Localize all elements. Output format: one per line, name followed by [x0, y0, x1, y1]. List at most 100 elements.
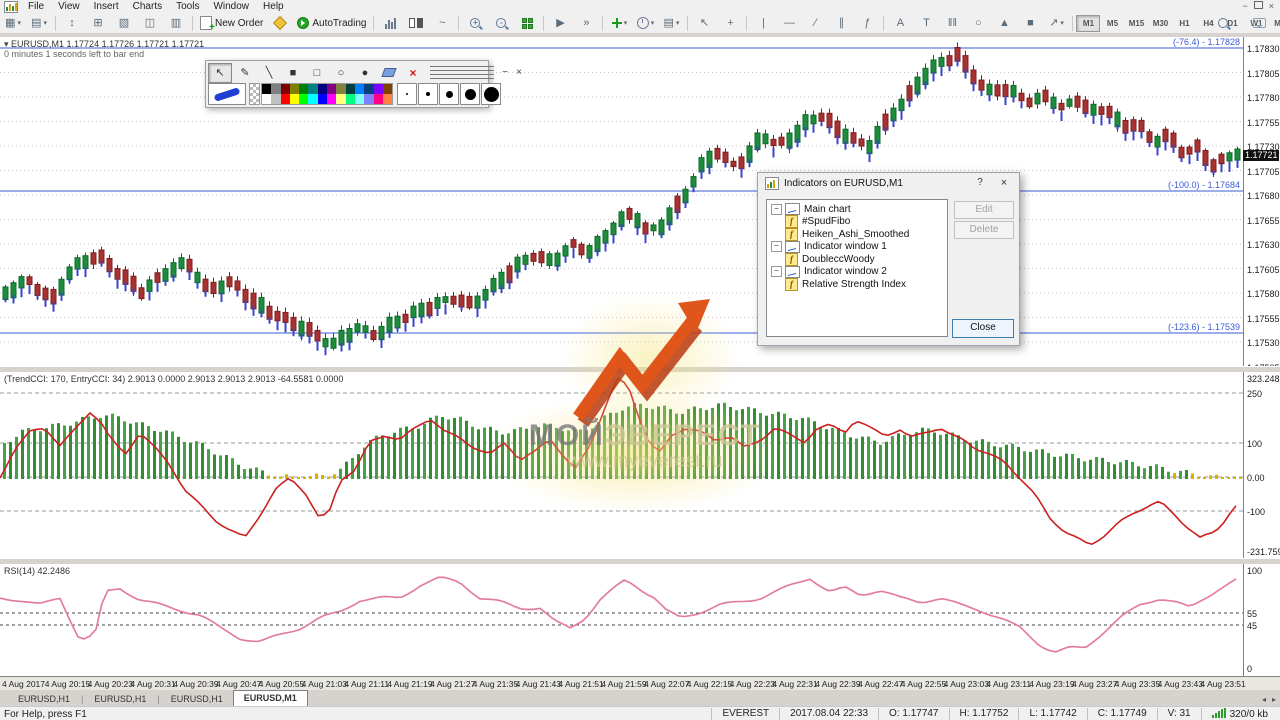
tile-windows-button[interactable]: [515, 14, 539, 32]
rsi-chart[interactable]: [0, 564, 1244, 676]
trendline-button[interactable]: ∕: [803, 14, 827, 32]
data-window-button[interactable]: ⊞: [86, 14, 110, 32]
tree-node-indicator-window-2[interactable]: − Indicator window 2: [771, 265, 947, 279]
tree-node-indicator-window-1[interactable]: − Indicator window 1: [771, 240, 947, 254]
search-icon[interactable]: [1211, 14, 1235, 32]
eraser-tool[interactable]: [378, 64, 400, 82]
color-swatch[interactable]: [317, 84, 328, 94]
menu-item-window[interactable]: Window: [206, 0, 256, 13]
rectangle-tool-button[interactable]: ■: [1018, 14, 1042, 32]
horizontal-line-button[interactable]: —: [777, 14, 801, 32]
color-swatch[interactable]: [280, 84, 290, 94]
brush-size-11[interactable]: [460, 83, 481, 105]
zoom-out-button[interactable]: -: [489, 14, 513, 32]
dialog-close-icon[interactable]: ×: [993, 175, 1015, 191]
channel-button[interactable]: ∥: [829, 14, 853, 32]
zoom-in-button[interactable]: +: [463, 14, 487, 32]
collapse-icon[interactable]: −: [771, 241, 782, 253]
main-chart-pane[interactable]: ▾ EURUSD,M1 1.17724 1.17726 1.17721 1.17…: [0, 37, 1280, 373]
close-button[interactable]: Close: [952, 319, 1014, 338]
select-tool[interactable]: ↖: [208, 62, 232, 83]
color-swatch[interactable]: [262, 84, 272, 94]
paint-close-icon[interactable]: ×: [512, 66, 526, 80]
color-swatch[interactable]: [317, 94, 328, 104]
collapse-icon[interactable]: −: [771, 266, 782, 278]
line-thickness-sample[interactable]: [430, 65, 494, 80]
filled-ellipse-tool[interactable]: ●: [354, 64, 376, 82]
menu-item-view[interactable]: View: [51, 0, 87, 13]
color-swatch[interactable]: [289, 84, 300, 94]
menu-item-charts[interactable]: Charts: [126, 0, 169, 13]
line-style-preview[interactable]: [208, 83, 246, 105]
collapse-icon[interactable]: −: [771, 203, 782, 215]
minimize-icon[interactable]: −: [1242, 1, 1247, 11]
chat-icon[interactable]: [1247, 14, 1271, 32]
edit-button[interactable]: Edit: [954, 201, 1014, 219]
paint-minimize-icon[interactable]: −: [498, 66, 512, 80]
color-swatch[interactable]: [308, 94, 318, 104]
menu-item-help[interactable]: Help: [256, 0, 291, 13]
color-swatch[interactable]: [382, 84, 393, 94]
brush-size-2[interactable]: [397, 83, 418, 105]
color-swatch[interactable]: [327, 84, 337, 94]
brush-size-15[interactable]: [481, 83, 502, 105]
color-swatch[interactable]: [373, 84, 383, 94]
timeframe-m5[interactable]: M5: [1100, 15, 1124, 32]
indicator-window-1[interactable]: (TrendCCI: 170, EntryCCI: 34) 2.9013 0.0…: [0, 372, 1280, 559]
indicator-window-2[interactable]: RSI(14) 42.2486 100 55 45 0: [0, 564, 1280, 677]
color-swatch[interactable]: [308, 84, 318, 94]
tree-node-main-chart[interactable]: − Main chart: [771, 203, 947, 216]
transparent-color-swatch[interactable]: [249, 83, 260, 105]
color-swatch[interactable]: [354, 94, 365, 104]
profiles-button[interactable]: ▤ ▾: [27, 14, 51, 32]
menu-item-file[interactable]: File: [21, 0, 51, 13]
rect-tool[interactable]: □: [306, 64, 328, 82]
color-swatch[interactable]: [336, 94, 346, 104]
close-icon[interactable]: ×: [1269, 1, 1274, 11]
triangle-tool-button[interactable]: ▲: [992, 14, 1016, 32]
line-tool[interactable]: ╲: [258, 64, 280, 82]
color-swatch[interactable]: [271, 84, 281, 94]
new-order-button[interactable]: New Order: [197, 14, 266, 33]
text-label-button[interactable]: T: [914, 14, 938, 32]
delete-button[interactable]: Delete: [954, 221, 1014, 239]
fibonacci-button[interactable]: ƒ: [855, 14, 879, 32]
tab-eurusd-h1[interactable]: EURUSD,H1: [84, 692, 156, 706]
menu-item-insert[interactable]: Insert: [87, 0, 126, 13]
vertical-line-button[interactable]: |: [751, 14, 775, 32]
color-swatch[interactable]: [271, 94, 281, 104]
color-swatch[interactable]: [345, 84, 355, 94]
line-chart-mode-button[interactable]: ~: [430, 14, 454, 32]
crosshair-button[interactable]: +: [718, 14, 742, 32]
arrows-tool-button[interactable]: ↗ ▾: [1044, 14, 1068, 32]
color-swatch[interactable]: [289, 94, 300, 104]
pencil-tool[interactable]: ✎: [234, 64, 256, 82]
bar-chart-mode-button[interactable]: [378, 14, 402, 32]
navigator-button[interactable]: ▧: [112, 14, 136, 32]
text-button[interactable]: A: [888, 14, 912, 32]
tree-indicator-heiken_ashi_smoothed[interactable]: f Heiken_Ashi_Smoothed: [785, 227, 947, 241]
tree-indicator--spudfibo[interactable]: f #SpudFibo: [785, 215, 947, 229]
color-swatch[interactable]: [345, 94, 355, 104]
tab-scroll-left-icon[interactable]: ◂: [1262, 695, 1266, 704]
ellipse-tool[interactable]: ○: [330, 64, 352, 82]
timeframe-m1[interactable]: M1: [1076, 14, 1101, 32]
doublecc-woody-chart[interactable]: [0, 372, 1244, 558]
color-swatch[interactable]: [364, 94, 374, 104]
periods-button[interactable]: ▾: [633, 14, 657, 32]
tree-indicator-relative-strength-index[interactable]: f Relative Strength Index: [785, 277, 947, 291]
auto-scroll-button[interactable]: ▶: [548, 14, 572, 32]
new-chart-button[interactable]: ▦ ▾: [1, 14, 25, 32]
color-swatch[interactable]: [373, 94, 383, 104]
candle-chart-mode-button[interactable]: [404, 14, 428, 32]
terminal-button[interactable]: ◫: [138, 14, 162, 32]
brush-size-7[interactable]: [439, 83, 460, 105]
color-swatch[interactable]: [336, 84, 346, 94]
menu-item-tools[interactable]: Tools: [169, 0, 206, 13]
indicators-list-button[interactable]: ▾: [607, 14, 631, 32]
timeframe-m30[interactable]: M30: [1148, 15, 1172, 32]
autotrading-button[interactable]: AutoTrading: [294, 14, 369, 32]
color-swatch[interactable]: [354, 84, 365, 94]
strategy-tester-button[interactable]: ▥: [164, 14, 188, 32]
tab-eurusd-h1[interactable]: EURUSD,H1: [8, 692, 80, 706]
